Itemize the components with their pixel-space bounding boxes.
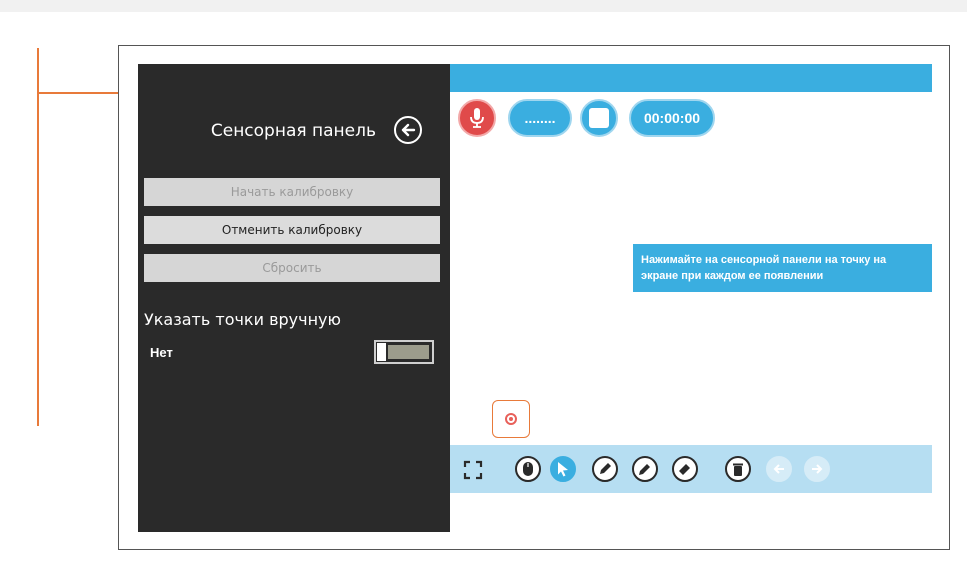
cancel-calibration-button[interactable]: Отменить калибровку [144, 216, 440, 244]
redo-icon [812, 464, 823, 474]
fullscreen-button[interactable] [460, 457, 486, 483]
stop-button[interactable] [580, 99, 618, 137]
undo-button[interactable] [766, 456, 792, 482]
trash-icon [733, 463, 743, 476]
start-calibration-button[interactable]: Начать калибровку [144, 178, 440, 206]
record-button[interactable] [458, 99, 496, 137]
manual-points-toggle-label: Нет [150, 345, 173, 360]
tooltip-line-2: экране при каждом ее появлении [641, 270, 824, 282]
pen-icon [600, 463, 611, 474]
fullscreen-icon [463, 460, 483, 480]
undo-icon [773, 464, 784, 474]
instruction-tooltip: Нажимайте на сенсорной панели на точку н… [633, 244, 932, 292]
arrow-left-icon [401, 123, 416, 137]
delete-button[interactable] [725, 456, 751, 482]
stop-square-icon [589, 108, 609, 128]
toggle-knob [377, 343, 386, 361]
panel-title: Сенсорная панель [210, 121, 376, 141]
pen-tool-button[interactable] [592, 456, 618, 482]
tooltip-line-1: Нажимайте на сенсорной панели на точку н… [641, 254, 887, 266]
toggle-track [388, 345, 429, 359]
microphone-icon [470, 108, 484, 128]
pointer-tool-button[interactable] [550, 456, 576, 482]
calibration-target-point[interactable] [505, 413, 517, 425]
mouse-tool-button[interactable] [515, 456, 541, 482]
top-toolbar [450, 64, 932, 92]
mouse-icon [523, 462, 533, 476]
eraser-tool-button[interactable] [672, 456, 698, 482]
manual-points-toggle[interactable] [374, 340, 434, 364]
marker-tool-button[interactable] [632, 456, 658, 482]
manual-points-heading: Указать точки вручную [144, 310, 341, 329]
eraser-icon [679, 464, 690, 475]
annotation-line-vertical-left [37, 48, 39, 426]
dots-indicator: ........ [508, 99, 572, 137]
timer-display: 00:00:00 [629, 99, 715, 137]
reset-button[interactable]: Сбросить [144, 254, 440, 282]
pointer-icon [558, 462, 568, 477]
marker-icon [639, 464, 650, 475]
back-button[interactable] [394, 116, 422, 144]
top-band [0, 0, 967, 12]
redo-button[interactable] [804, 456, 830, 482]
